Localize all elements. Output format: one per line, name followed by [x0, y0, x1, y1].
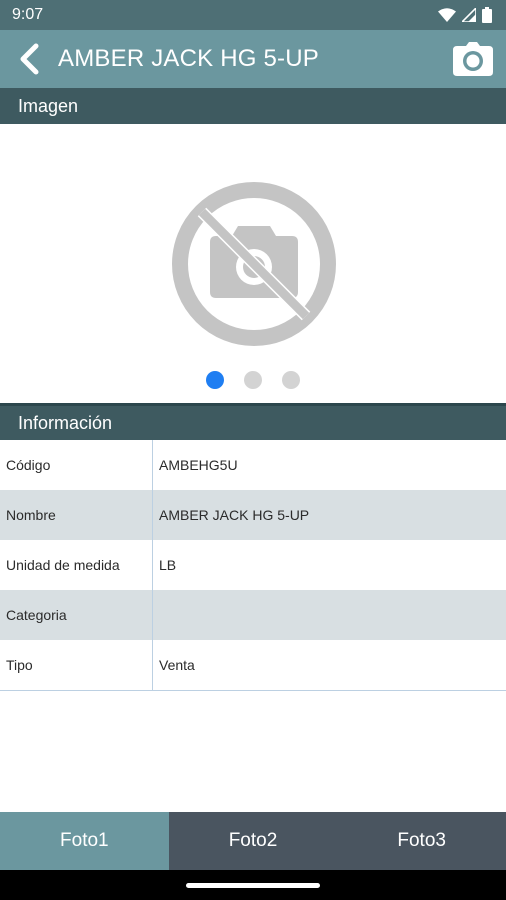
table-row: Categoria: [0, 590, 506, 640]
status-icons: [438, 7, 492, 23]
camera-icon: [453, 42, 493, 76]
row-value: AMBER JACK HG 5-UP: [159, 507, 310, 523]
wifi-icon: [438, 8, 456, 22]
row-label: Tipo: [0, 640, 153, 690]
tab-foto1[interactable]: Foto1: [0, 812, 169, 870]
info-section-header: Información: [0, 403, 506, 440]
chevron-left-icon: [20, 43, 39, 75]
table-row: Código AMBEHG5U: [0, 440, 506, 490]
row-value: LB: [159, 557, 177, 573]
home-indicator[interactable]: [186, 882, 320, 888]
status-time: 9:07: [12, 6, 44, 23]
tab-foto3[interactable]: Foto3: [337, 812, 506, 870]
table-row: Unidad de medida LB: [0, 540, 506, 590]
image-section-title: Imagen: [18, 95, 79, 116]
page-title: AMBER JACK HG 5-UP: [58, 45, 319, 72]
signal-icon: [462, 8, 476, 22]
tab-foto2[interactable]: Foto2: [168, 812, 338, 870]
app-bar: AMBER JACK HG 5-UP: [0, 30, 506, 88]
table-row: Tipo Venta: [0, 640, 506, 690]
row-label: Categoria: [0, 590, 153, 640]
row-value: Venta: [159, 657, 195, 673]
carousel-dot-3[interactable]: [282, 371, 300, 389]
info-section-title: Información: [18, 412, 113, 433]
carousel-dot-2[interactable]: [244, 371, 262, 389]
image-carousel[interactable]: [0, 124, 506, 403]
back-button[interactable]: [0, 30, 58, 88]
system-nav-bar: [0, 870, 506, 900]
info-table: Código AMBEHG5U Nombre AMBER JACK HG 5-U…: [0, 440, 506, 691]
row-label: Nombre: [0, 490, 153, 540]
photo-tabs: Foto1 Foto2 Foto3: [0, 812, 506, 870]
status-bar: 9:07: [0, 0, 506, 30]
table-row: Nombre AMBER JACK HG 5-UP: [0, 490, 506, 540]
battery-icon: [482, 7, 492, 23]
carousel-dots: [0, 371, 506, 389]
row-label: Unidad de medida: [0, 540, 153, 590]
carousel-dot-1[interactable]: [206, 371, 224, 389]
no-photo-icon: [172, 182, 336, 346]
image-section-header: Imagen: [0, 88, 506, 124]
row-label: Código: [0, 440, 153, 490]
row-value: [153, 590, 506, 640]
camera-button[interactable]: [444, 30, 502, 88]
row-value: AMBEHG5U: [159, 457, 238, 473]
